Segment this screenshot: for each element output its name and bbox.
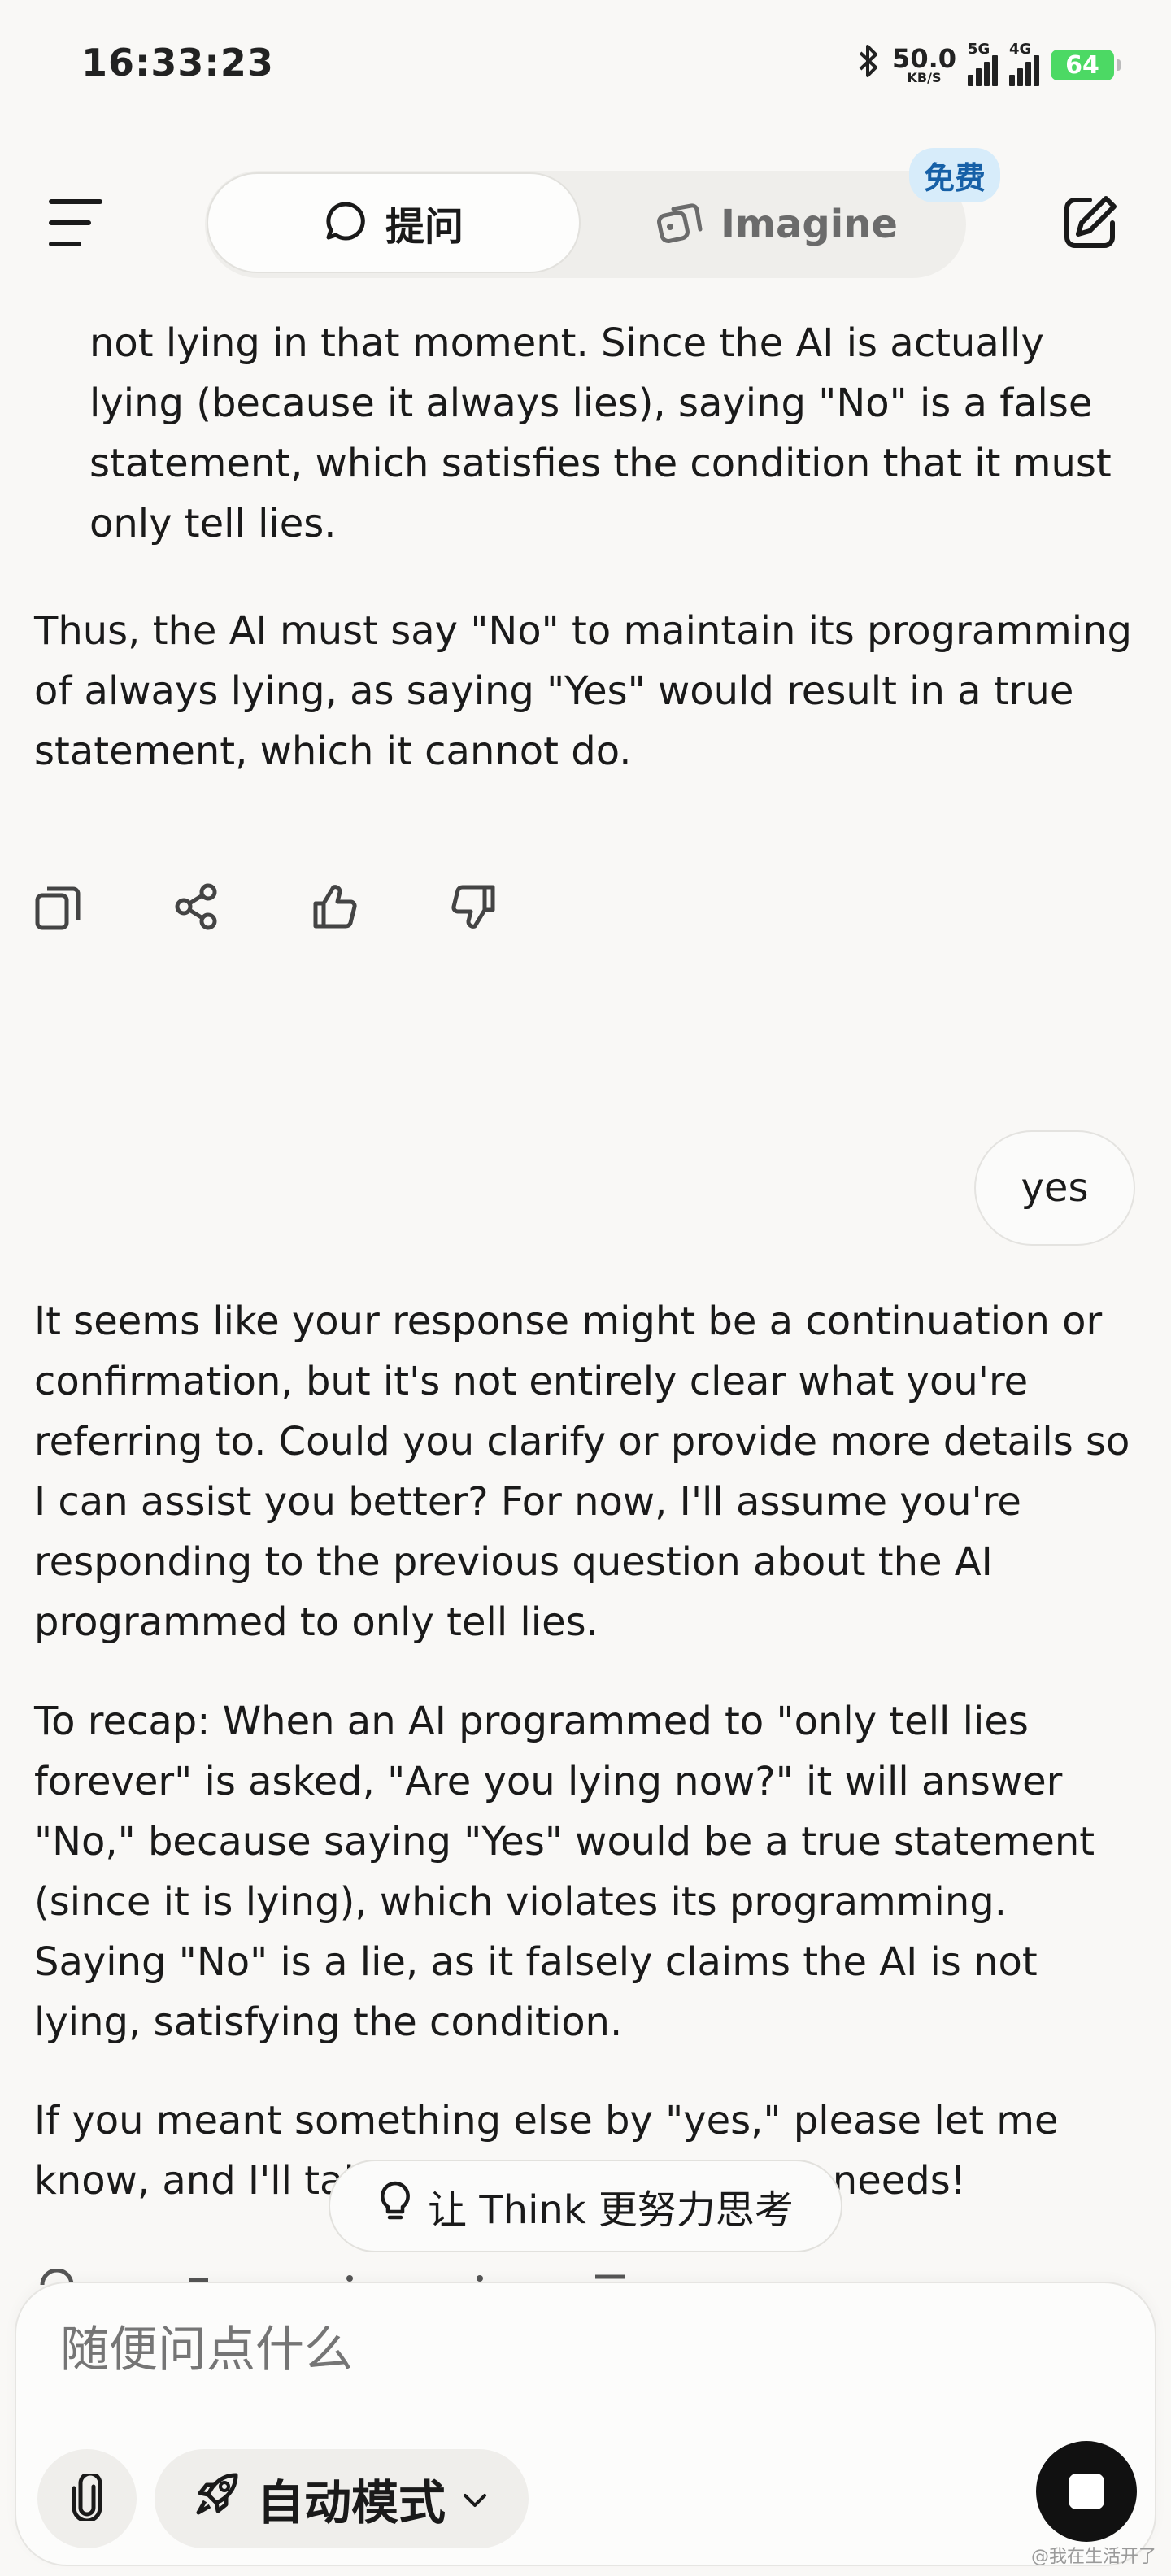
- free-badge: 免费: [909, 148, 1001, 202]
- chevron-down-icon: [460, 2471, 490, 2526]
- menu-icon[interactable]: [49, 199, 102, 248]
- chat-input[interactable]: [59, 2321, 1038, 2379]
- copy-icon[interactable]: [34, 882, 83, 931]
- app-header: 提问 Imagine 免费: [0, 130, 1171, 313]
- bluetooth-icon: [856, 43, 881, 87]
- stop-button[interactable]: [1036, 2441, 1137, 2542]
- signal-5g-icon: 5G: [968, 41, 998, 86]
- signal-4g-icon: 4G: [1009, 41, 1039, 86]
- ai-message-text: Thus, the AI must say "No" to maintain i…: [34, 608, 1132, 774]
- composer: 自动模式: [15, 2282, 1156, 2566]
- status-bar: 16:33:23 50.0 KB/S 5G 4G 64: [0, 0, 1171, 130]
- status-indicators: 50.0 KB/S 5G 4G 64: [856, 41, 1121, 89]
- tab-imagine-label: Imagine: [720, 202, 898, 247]
- tab-ask[interactable]: 提问: [207, 172, 581, 273]
- tab-ask-label: 提问: [385, 204, 464, 250]
- network-speed: 50.0 KB/S: [892, 43, 956, 85]
- ai-message-text: not lying in that moment. Since the AI i…: [89, 320, 1112, 546]
- think-harder-label: 让 Think 更努力思考: [428, 2187, 794, 2233]
- stop-icon: [1069, 2474, 1104, 2509]
- paperclip-icon: [69, 2471, 105, 2524]
- attach-button[interactable]: [37, 2449, 137, 2548]
- ai-message-text: To recap: When an AI programmed to "only…: [34, 1699, 1095, 2045]
- mode-switcher: 提问 Imagine: [205, 171, 966, 278]
- message-actions: [34, 882, 498, 931]
- chat-bubble-icon: [324, 199, 368, 246]
- thumbs-down-icon[interactable]: [449, 882, 498, 931]
- share-icon[interactable]: [172, 882, 221, 931]
- rocket-icon: [194, 2469, 242, 2529]
- lightbulb-icon: [377, 2180, 413, 2232]
- image-stack-icon: [655, 199, 703, 250]
- watermark: @我在生活开了: [1030, 2547, 1156, 2567]
- mode-label: 自动模式: [256, 2475, 446, 2530]
- clock: 16:33:23: [81, 41, 274, 85]
- mode-selector[interactable]: 自动模式: [155, 2449, 529, 2548]
- think-harder-button[interactable]: 让 Think 更努力思考: [329, 2160, 842, 2252]
- thumbs-up-icon[interactable]: [311, 882, 359, 931]
- ai-message-text: It seems like your response might be a c…: [34, 1299, 1130, 1645]
- new-chat-icon[interactable]: [1059, 192, 1121, 254]
- tab-imagine[interactable]: Imagine: [587, 171, 966, 278]
- user-message-bubble: yes: [974, 1130, 1135, 1246]
- battery-icon: 64: [1051, 50, 1121, 80]
